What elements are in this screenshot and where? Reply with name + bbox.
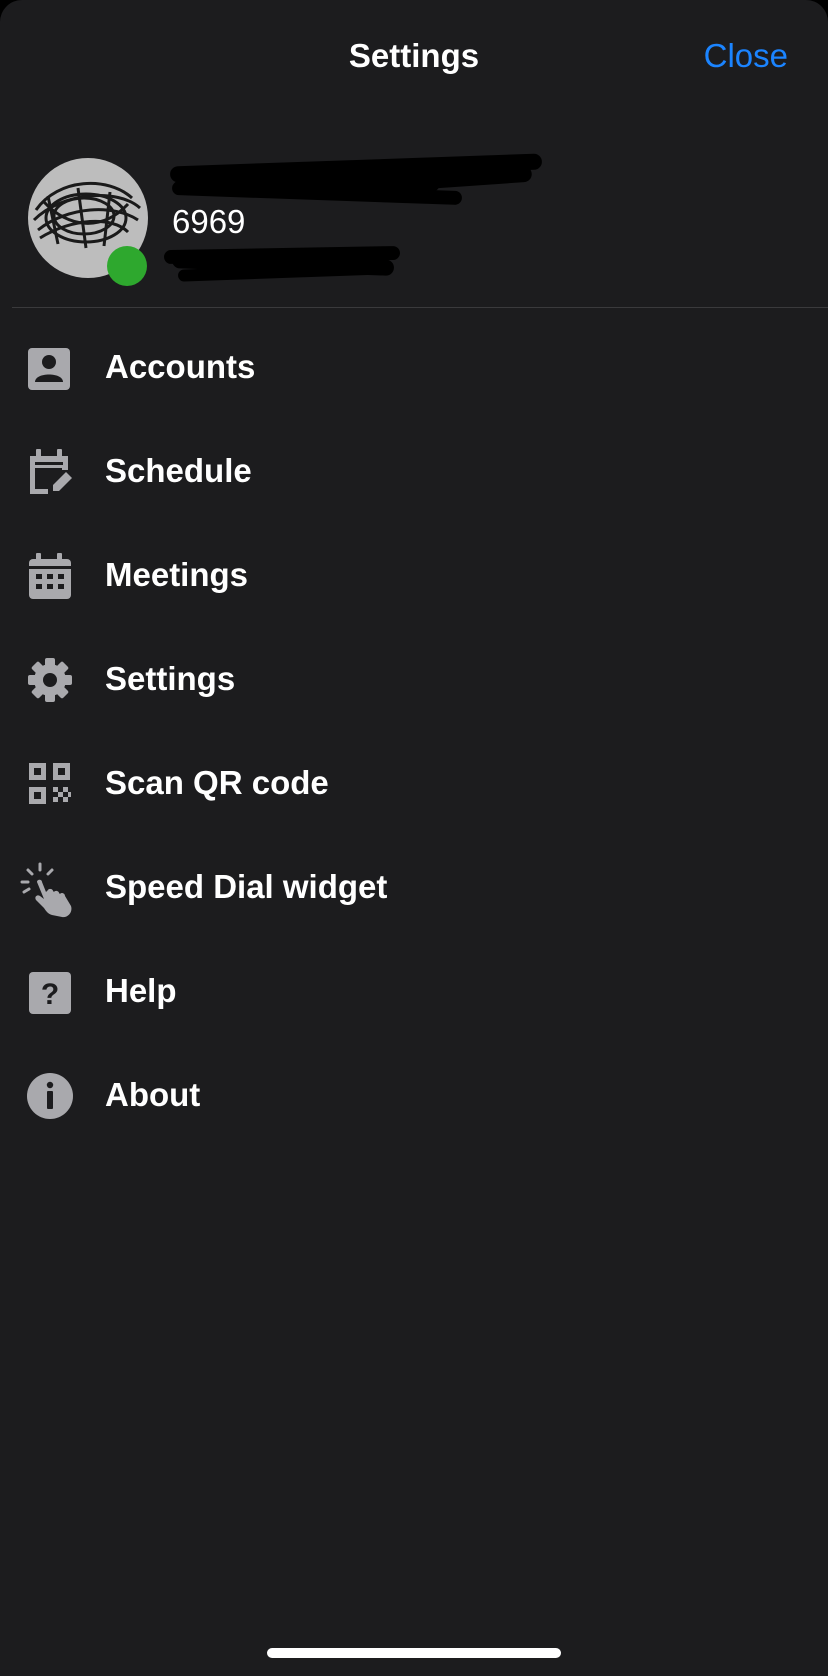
settings-sheet: Settings Close 6969 Accounts Schedule Me…: [0, 0, 828, 1676]
tap-hand-icon: [20, 860, 80, 920]
help-icon: ?: [26, 968, 74, 1016]
profile-card[interactable]: 6969: [0, 140, 828, 308]
account-box-icon: [26, 344, 74, 392]
menu-item-label: Speed Dial widget: [105, 868, 388, 905]
menu-item-label: Meetings: [105, 556, 249, 593]
menu-item-label: Scan QR code: [105, 764, 329, 801]
menu-item-label: Accounts: [105, 348, 256, 385]
menu-item-label: Settings: [105, 660, 236, 697]
profile-extension: 6969: [172, 203, 246, 240]
header: Settings Close: [0, 0, 828, 112]
presence-status-indicator: [107, 246, 147, 286]
home-indicator[interactable]: [267, 1648, 561, 1658]
qr-code-icon: [26, 760, 74, 808]
gear-icon: [26, 656, 74, 704]
menu-item-help[interactable]: ? Help: [0, 940, 828, 1044]
menu-item-label: About: [105, 1076, 201, 1113]
menu-item-schedule[interactable]: Schedule: [0, 420, 828, 524]
menu-item-scan-qr[interactable]: Scan QR code: [0, 732, 828, 836]
menu-item-label: Help: [105, 972, 177, 1009]
profile-name-redacted: [169, 153, 552, 206]
menu-item-speed-dial-widget[interactable]: Speed Dial widget: [0, 836, 828, 940]
menu-item-about[interactable]: About: [0, 1044, 828, 1148]
close-button[interactable]: Close: [704, 36, 788, 76]
svg-text:?: ?: [41, 978, 59, 1011]
profile-subtitle-redacted: [163, 242, 412, 282]
info-icon: [26, 1072, 74, 1120]
calendar-grid-icon: [26, 552, 74, 600]
menu-item-settings[interactable]: Settings: [0, 628, 828, 732]
menu-item-meetings[interactable]: Meetings: [0, 524, 828, 628]
menu-item-label: Schedule: [105, 452, 252, 489]
menu-item-accounts[interactable]: Accounts: [0, 316, 828, 420]
settings-menu: Accounts Schedule Meetings Settings Scan…: [0, 316, 828, 1148]
divider: [12, 307, 828, 308]
calendar-edit-icon: [26, 448, 74, 496]
